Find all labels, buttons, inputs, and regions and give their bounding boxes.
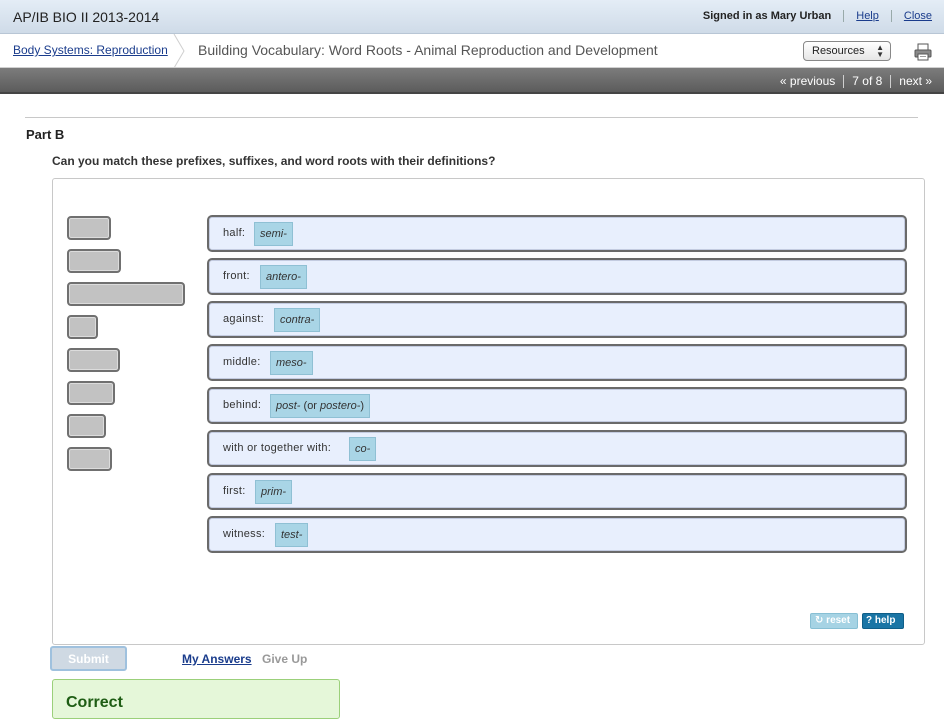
account-links: Signed in as Mary Urban Help Close [703, 10, 932, 22]
divider [843, 74, 845, 88]
help-button[interactable]: ? help [862, 613, 904, 629]
answer-connector: (or [300, 400, 321, 412]
part-title: Part B [26, 127, 65, 142]
question-icon: ? [866, 615, 873, 626]
source-slot[interactable] [67, 315, 98, 339]
question-text: Can you match these prefixes, suffixes, … [52, 154, 496, 168]
definition-label: first: [223, 485, 246, 497]
definition-label: front: [223, 270, 250, 282]
course-title: AP/IB BIO II 2013-2014 [13, 9, 160, 25]
signed-in-label: Signed in as Mary Urban [702, 10, 832, 22]
source-slot[interactable] [67, 414, 106, 438]
source-slot[interactable] [67, 249, 121, 273]
reset-button[interactable]: ↻ reset [810, 613, 858, 629]
answer-chip[interactable]: antero- [260, 265, 307, 289]
definition-label: against: [223, 313, 264, 325]
close-link[interactable]: Close [904, 10, 932, 22]
previous-link[interactable]: « previous [780, 74, 835, 88]
printer-icon[interactable] [913, 42, 933, 62]
drop-target-behind[interactable]: behind: post- (or postero-) [207, 387, 907, 424]
my-answers-link[interactable]: My Answers [182, 652, 252, 666]
reset-label: reset [826, 615, 851, 626]
source-slot[interactable] [67, 348, 120, 372]
answer-chip[interactable]: post- (or postero-) [270, 394, 371, 418]
feedback-status: Correct [66, 694, 123, 711]
drop-target-front[interactable]: front: antero- [207, 258, 907, 295]
source-slot[interactable] [67, 282, 185, 306]
answer-chip[interactable]: meso- [270, 351, 313, 375]
answer-chip[interactable]: contra- [274, 308, 321, 332]
drop-target-first[interactable]: first: prim- [207, 473, 907, 510]
page-counter: 7 of 8 [852, 74, 883, 88]
feedback-panel: Correct [52, 679, 340, 719]
breadcrumb: Body Systems: Reproduction Building Voca… [0, 34, 944, 68]
page-title: Building Vocabulary: Word Roots - Animal… [198, 42, 658, 58]
next-link[interactable]: next » [899, 74, 932, 88]
refresh-icon: ↻ [815, 615, 824, 626]
definition-label: middle: [223, 356, 261, 368]
matching-workspace: half: semi- front: antero- against: cont… [52, 178, 925, 645]
top-bar: AP/IB BIO II 2013-2014 Signed in as Mary… [0, 0, 944, 34]
answer-close: ) [360, 400, 365, 412]
drop-target-with[interactable]: with or together with: co- [207, 430, 907, 467]
answer-chip[interactable]: prim- [255, 480, 293, 504]
pagination-bar: « previous 7 of 8 next » [0, 68, 944, 94]
source-slot[interactable] [67, 381, 115, 405]
answer-alternate: postero- [320, 400, 361, 412]
section-divider [25, 117, 918, 118]
answer-main: post- [276, 400, 301, 412]
definition-label: witness: [223, 528, 266, 540]
chevron-right-icon [173, 34, 185, 68]
drop-target-middle[interactable]: middle: meso- [207, 344, 907, 381]
source-slot[interactable] [67, 216, 111, 240]
definition-label: with or together with: [223, 442, 332, 454]
breadcrumb-parent-link[interactable]: Body Systems: Reproduction [13, 43, 168, 57]
drop-target-half[interactable]: half: semi- [207, 215, 907, 252]
drop-target-witness[interactable]: witness: test- [207, 516, 907, 553]
divider [890, 74, 892, 88]
help-label: help [874, 615, 896, 626]
answer-chip[interactable]: co- [349, 437, 377, 461]
help-link[interactable]: Help [856, 10, 879, 22]
answer-chip[interactable]: test- [275, 523, 309, 547]
source-slot[interactable] [67, 447, 112, 471]
divider [843, 10, 845, 22]
divider [890, 10, 892, 22]
drop-target-against[interactable]: against: contra- [207, 301, 907, 338]
give-up-link[interactable]: Give Up [262, 652, 307, 666]
submit-button[interactable]: Submit [50, 646, 127, 671]
definition-label: behind: [223, 399, 262, 411]
resources-label: Resources [812, 45, 865, 57]
updown-arrows-icon: ▲ ▼ [876, 43, 884, 59]
definition-label: half: [223, 227, 246, 239]
answer-chip[interactable]: semi- [254, 222, 293, 246]
resources-dropdown[interactable]: Resources ▲ ▼ [803, 41, 891, 61]
